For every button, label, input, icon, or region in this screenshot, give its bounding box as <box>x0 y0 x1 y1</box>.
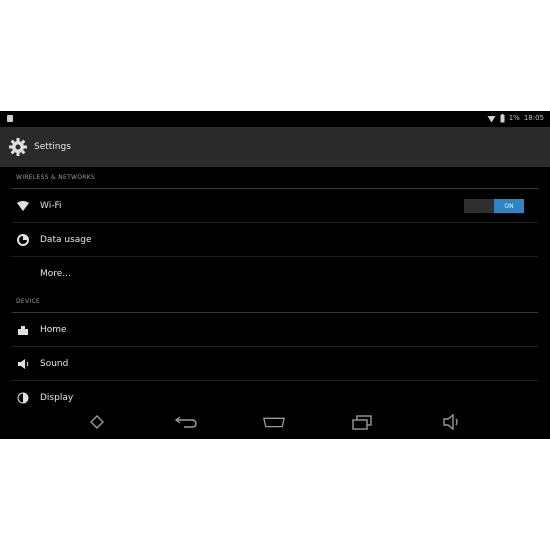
section-header-wireless: WIRELESS & NETWORKS <box>0 167 550 189</box>
settings-item-more[interactable]: More... <box>0 257 550 291</box>
display-icon <box>16 391 30 405</box>
wifi-signal-icon <box>487 115 496 122</box>
gear-icon[interactable] <box>8 137 28 157</box>
battery-icon <box>500 114 505 123</box>
section-header-label: WIRELESS & NETWORKS <box>16 174 96 181</box>
home-button-icon[interactable] <box>262 413 286 431</box>
back-icon[interactable] <box>174 413 198 431</box>
settings-item-label: Home <box>40 325 67 335</box>
settings-item-label: Data usage <box>40 235 92 245</box>
navigation-bar <box>0 405 550 439</box>
settings-item-label: Display <box>40 393 74 403</box>
recent-apps-icon[interactable] <box>350 413 374 431</box>
wifi-toggle-on: ON <box>494 199 524 213</box>
sound-icon <box>16 357 30 371</box>
section-header-device: DEVICE <box>0 291 550 313</box>
page-title: Settings <box>34 142 71 152</box>
battery-percent: 1% <box>508 114 520 122</box>
status-bar: 1% 18:05 <box>0 111 550 127</box>
action-bar: Settings <box>0 127 550 167</box>
volume-icon[interactable] <box>440 413 464 431</box>
section-header-label: DEVICE <box>16 298 41 305</box>
device-screen: 1% 18:05 Settings WIRELESS & NETWORKS Wi… <box>0 111 550 439</box>
notification-icon <box>7 115 13 122</box>
power-icon[interactable] <box>85 413 109 431</box>
data-usage-icon <box>16 233 30 247</box>
settings-item-wifi[interactable]: Wi-Fi ON <box>0 189 550 223</box>
status-time: 18:05 <box>523 114 544 122</box>
home-icon <box>16 323 30 337</box>
settings-list: WIRELESS & NETWORKS Wi-Fi ON Data usage … <box>0 167 550 415</box>
settings-item-label: More... <box>40 269 71 279</box>
settings-item-home[interactable]: Home <box>0 313 550 347</box>
wifi-icon <box>16 199 30 213</box>
settings-item-label: Sound <box>40 359 69 369</box>
wifi-toggle[interactable]: ON <box>464 199 524 213</box>
settings-item-label: Wi-Fi <box>40 201 62 211</box>
settings-item-sound[interactable]: Sound <box>0 347 550 381</box>
settings-item-data-usage[interactable]: Data usage <box>0 223 550 257</box>
